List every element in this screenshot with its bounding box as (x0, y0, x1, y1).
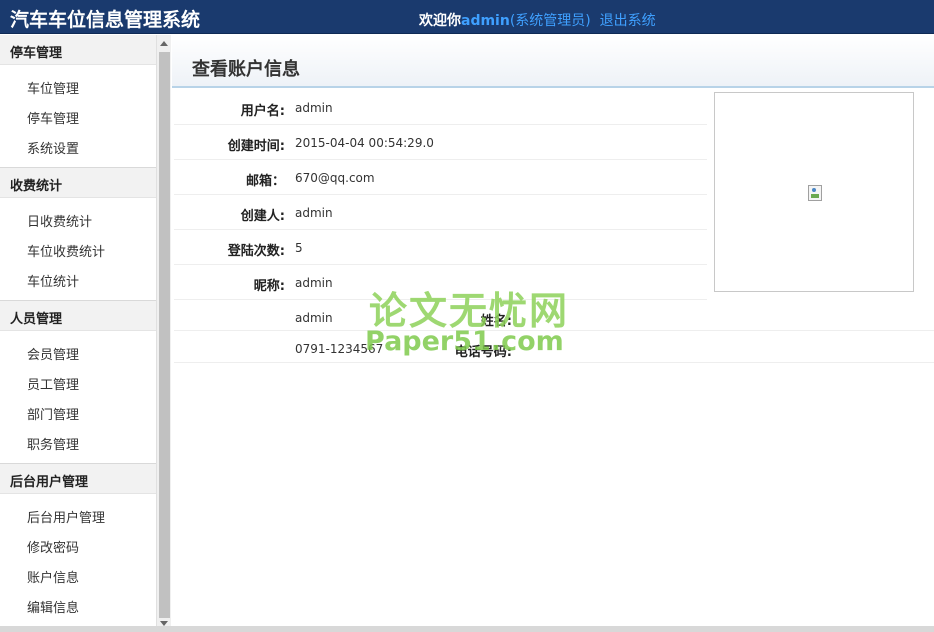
sidebar-item-account-info[interactable]: 账户信息 (0, 560, 156, 590)
info-label: 邮箱： (245, 174, 285, 189)
page-title: 查看账户信息 (192, 59, 300, 80)
sidebar-group-title[interactable]: 收费统计 (0, 168, 156, 198)
sidebar-group-title[interactable]: 后台用户管理 (0, 464, 156, 494)
info-row-username: 用户名: admin (174, 90, 707, 125)
sidebar-group-parking: 停车管理 车位管理 停车管理 系统设置 (0, 35, 156, 168)
horizontal-scrollbar[interactable] (0, 626, 934, 632)
info-row-nickname: 昵称: admin (174, 265, 707, 300)
sidebar-item-employees[interactable]: 员工管理 (0, 367, 156, 397)
welcome-text: 欢迎你 (419, 13, 461, 29)
info-value: admin (295, 206, 333, 220)
sidebar-item-edit-info[interactable]: 编辑信息 (0, 590, 156, 620)
info-row-created-time: 创建时间: 2015-04-04 00:54:29.0 (174, 125, 707, 160)
info-label: 用户名: (240, 104, 285, 119)
scrollbar-thumb[interactable] (159, 52, 170, 618)
sidebar-item-admin-users[interactable]: 后台用户管理 (0, 500, 156, 530)
sidebar-item-change-password[interactable]: 修改密码 (0, 530, 156, 560)
info-value: 0791-1234567 (295, 342, 384, 356)
sidebar-item-positions[interactable]: 职务管理 (0, 427, 156, 457)
sidebar-item-space-management[interactable]: 车位管理 (0, 71, 156, 101)
info-row-email: 邮箱： 670@qq.com (174, 160, 707, 195)
info-label: 创建人: (240, 209, 285, 224)
info-value: admin (295, 276, 333, 290)
page-header: 查看账户信息 (172, 35, 934, 88)
app-title: 汽车车位信息管理系统 (10, 9, 201, 31)
sidebar-item-daily-fees[interactable]: 日收费统计 (0, 204, 156, 234)
welcome-bar: 欢迎你admin(系统管理员) 退出系统 (419, 10, 656, 30)
main-panel: 查看账户信息 用户名: admin 创建时间: 2015-04-04 00:54… (172, 35, 934, 626)
info-label: 创建时间: (227, 139, 285, 154)
info-label: 姓名: (480, 314, 512, 329)
sidebar: 停车管理 车位管理 停车管理 系统设置 收费统计 日收费统计 车位收费统计 车位… (0, 35, 156, 632)
sidebar-group-personnel: 人员管理 会员管理 员工管理 部门管理 职务管理 (0, 301, 156, 464)
sidebar-group-billing: 收费统计 日收费统计 车位收费统计 车位统计 (0, 168, 156, 301)
info-row-login-count: 登陆次数: 5 (174, 230, 707, 265)
current-role: (系统管理员) (509, 13, 591, 29)
info-value: 2015-04-04 00:54:29.0 (295, 136, 434, 150)
info-row-name: 姓名: admin (174, 300, 934, 331)
sidebar-group-title[interactable]: 人员管理 (0, 301, 156, 331)
sidebar-item-departments[interactable]: 部门管理 (0, 397, 156, 427)
top-header: 汽车车位信息管理系统 欢迎你admin(系统管理员) 退出系统 (0, 0, 934, 34)
account-photo (714, 92, 914, 292)
info-label: 登陆次数: (227, 244, 285, 259)
info-label: 昵称: (253, 279, 285, 294)
info-row-creator: 创建人: admin (174, 195, 707, 230)
sidebar-item-parking-management[interactable]: 停车管理 (0, 101, 156, 131)
sidebar-item-members[interactable]: 会员管理 (0, 337, 156, 367)
logout-link[interactable]: 退出系统 (600, 13, 656, 29)
broken-image-icon (808, 185, 822, 201)
info-value: 670@qq.com (295, 171, 375, 185)
info-label: 电话号码: (454, 345, 512, 360)
scroll-up-arrow-icon[interactable] (160, 41, 168, 46)
sidebar-item-system-settings[interactable]: 系统设置 (0, 131, 156, 161)
info-value: 5 (295, 241, 303, 255)
info-value: admin (295, 311, 333, 325)
sidebar-group-title[interactable]: 停车管理 (0, 35, 156, 65)
sidebar-item-space-stats[interactable]: 车位统计 (0, 264, 156, 294)
info-row-phone: 电话号码: 0791-1234567 (174, 331, 934, 363)
info-value: admin (295, 101, 333, 115)
sidebar-scrollbar[interactable] (156, 35, 171, 632)
current-username: admin (461, 13, 510, 29)
sidebar-item-space-fees[interactable]: 车位收费统计 (0, 234, 156, 264)
sidebar-group-admin-users: 后台用户管理 后台用户管理 修改密码 账户信息 编辑信息 (0, 464, 156, 627)
